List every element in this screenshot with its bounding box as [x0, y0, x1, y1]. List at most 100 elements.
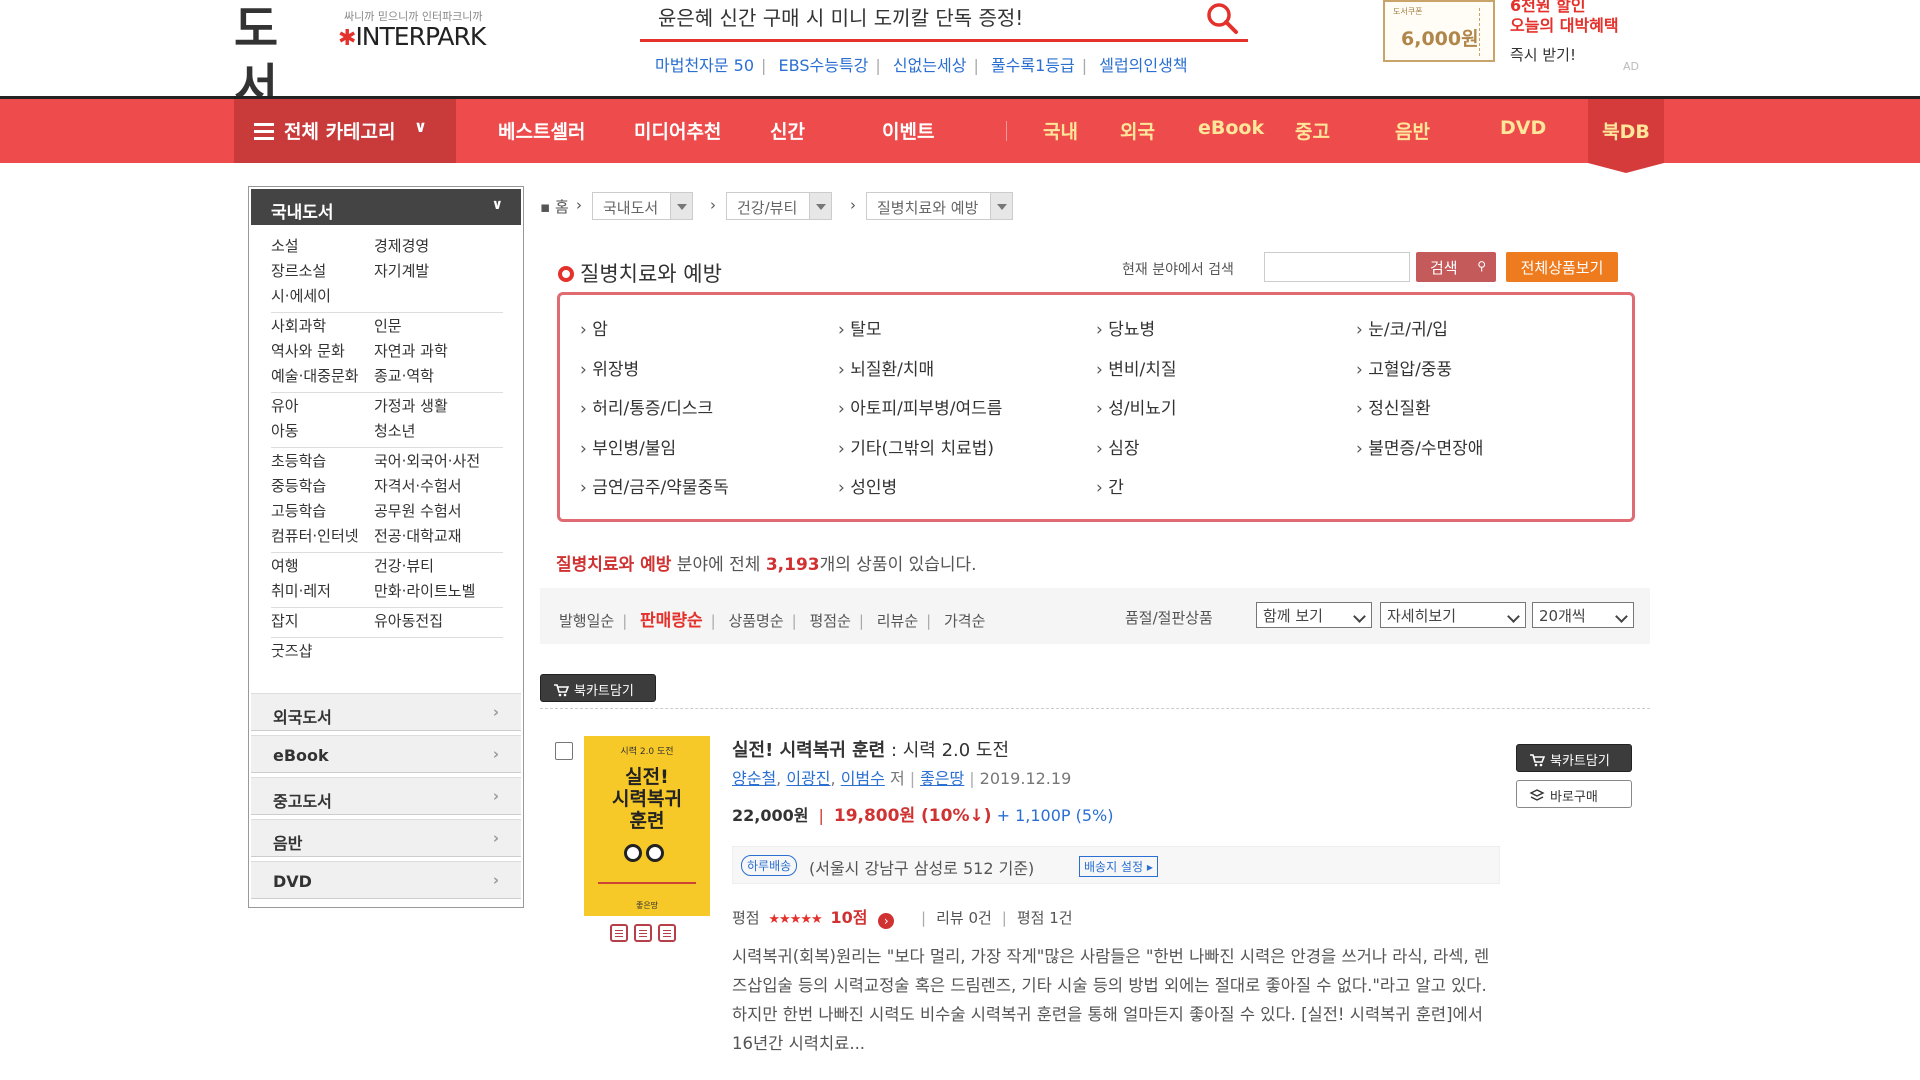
sidebar-item[interactable]: 종교·역학: [374, 367, 503, 386]
sidebar-item[interactable]: 건강·뷰티: [374, 557, 503, 576]
sidebar-item[interactable]: 컴퓨터·인터넷: [271, 527, 374, 546]
sidebar-item[interactable]: 장르소설: [271, 262, 374, 281]
nav-event[interactable]: 이벤트: [882, 117, 934, 144]
subcategory-link[interactable]: 정신질환: [1356, 394, 1616, 434]
subcategory-link[interactable]: 암: [580, 315, 838, 355]
nav-bestseller[interactable]: 베스트셀러: [498, 117, 585, 144]
product-add-to-cart-button[interactable]: 북카트담기: [1516, 744, 1632, 772]
sidebar-item[interactable]: 초등학습: [271, 452, 374, 471]
set-delivery-address-button[interactable]: 배송지 설정 ▸: [1079, 856, 1158, 877]
quicklink[interactable]: 셀럽의인생책: [1099, 56, 1187, 75]
sidebar-section-ebook[interactable]: eBook ›: [251, 735, 521, 773]
sidebar-item[interactable]: 자기계발: [374, 262, 503, 281]
sidebar-item[interactable]: 공무원 수험서: [374, 502, 503, 521]
sidebar-item[interactable]: 사회과학: [271, 317, 374, 336]
sort-by-sales[interactable]: 판매량순: [640, 611, 703, 631]
sidebar-item[interactable]: 굿즈샵: [271, 642, 374, 661]
sidebar-item[interactable]: 중등학습: [271, 477, 374, 496]
subcategory-link[interactable]: 탈모: [838, 315, 1096, 355]
sidebar-item[interactable]: 국어·외국어·사전: [374, 452, 503, 471]
breadcrumb-select-level3[interactable]: 질병치료와 예방: [866, 192, 1014, 220]
sidebar-item[interactable]: 전공·대학교재: [374, 527, 503, 546]
subcategory-link[interactable]: 부인병/불임: [580, 434, 838, 474]
sort-by-rating[interactable]: 평점순: [810, 612, 851, 630]
sidebar-item[interactable]: 예술·대중문화: [271, 367, 374, 386]
subcategory-link[interactable]: 눈/코/귀/입: [1356, 315, 1616, 355]
sidebar-item[interactable]: 청소년: [374, 422, 503, 441]
nav-foreign[interactable]: 외국: [1120, 117, 1155, 144]
sidebar-item[interactable]: 자격서·수험서: [374, 477, 503, 496]
nav-music[interactable]: 음반: [1395, 117, 1430, 144]
sidebar-item[interactable]: 잡지: [271, 612, 374, 631]
nav-media-pick[interactable]: 미디어추천: [634, 117, 721, 144]
ad-coupon-image[interactable]: 도서쿠폰 6,000원: [1383, 0, 1495, 62]
sidebar-section-used[interactable]: 중고도서 ›: [251, 777, 521, 815]
subcategory-link[interactable]: 고혈압/중풍: [1356, 355, 1616, 395]
quicklink[interactable]: 풀수록1등급: [991, 56, 1075, 75]
product-title[interactable]: 실전! 시력복귀 훈련 : 시력 2.0 도전: [732, 736, 1009, 762]
sidebar-item[interactable]: 여행: [271, 557, 374, 576]
author-link[interactable]: 이범수: [841, 769, 885, 788]
book-open-icon[interactable]: [634, 924, 652, 942]
sidebar-item[interactable]: 소설: [271, 237, 374, 256]
subcategory-link[interactable]: 성인병: [838, 473, 1096, 513]
subcategory-link[interactable]: 불면증/수면장애: [1356, 434, 1616, 474]
sidebar-item[interactable]: 가정과 생활: [374, 397, 503, 416]
main-search-box[interactable]: 윤은혜 신간 구매 시 미니 도끼칼 단독 증정!: [640, 0, 1248, 42]
buy-now-button[interactable]: 바로구매: [1516, 780, 1632, 808]
sidebar-item[interactable]: 고등학습: [271, 502, 374, 521]
copy-icon[interactable]: [658, 924, 676, 942]
subcategory-link[interactable]: 변비/치질: [1096, 355, 1356, 395]
sidebar-item[interactable]: 유아: [271, 397, 374, 416]
subcategory-link[interactable]: 당뇨병: [1096, 315, 1356, 355]
sort-by-reviews[interactable]: 리뷰순: [877, 612, 918, 630]
search-input[interactable]: 윤은혜 신간 구매 시 미니 도끼칼 단독 증정!: [658, 2, 1023, 31]
add-selected-to-cart-button[interactable]: 북카트담기: [540, 674, 656, 702]
ad-claim-link[interactable]: 즉시 받기!: [1510, 44, 1576, 65]
subcategory-link[interactable]: 기타(그밖의 치료법): [838, 434, 1096, 474]
detail-mode-select[interactable]: 자세히보기: [1380, 602, 1526, 628]
breadcrumb-select-level2[interactable]: 건강/뷰티: [726, 192, 833, 220]
subcategory-link[interactable]: 뇌질환/치매: [838, 355, 1096, 395]
subcategory-link[interactable]: 위장병: [580, 355, 838, 395]
sidebar-section-dvd[interactable]: DVD ›: [251, 861, 521, 899]
sidebar-item[interactable]: 아동: [271, 422, 374, 441]
subcategory-link[interactable]: 금연/금주/약물중독: [580, 473, 838, 513]
quicklink[interactable]: 마법천자문 50: [655, 56, 754, 75]
review-count[interactable]: 리뷰 0건: [936, 909, 992, 927]
breadcrumb-home[interactable]: ▪ 홈: [540, 196, 569, 217]
subcategory-link[interactable]: 심장: [1096, 434, 1356, 474]
book-cover-image[interactable]: 시력 2.0 도전 실전! 시력복귀 훈련 좋은땅: [584, 736, 710, 916]
status-filter-label[interactable]: 품절/절판상품: [1125, 607, 1213, 628]
nav-new[interactable]: 신간: [770, 117, 805, 144]
search-icon[interactable]: [1204, 0, 1240, 36]
subcategory-link[interactable]: 허리/통증/디스크: [580, 394, 838, 434]
nav-used[interactable]: 중고: [1295, 117, 1330, 144]
subcategory-link[interactable]: 성/비뇨기: [1096, 394, 1356, 434]
breadcrumb-select-level1[interactable]: 국내도서: [592, 192, 694, 220]
publisher-link[interactable]: 좋은땅: [920, 769, 964, 788]
subcategory-link[interactable]: 간: [1096, 473, 1356, 513]
sort-by-name[interactable]: 상품명순: [728, 612, 783, 630]
sidebar-item[interactable]: 인문: [374, 317, 503, 336]
sidebar-item[interactable]: 역사와 문화: [271, 342, 374, 361]
sidebar-item[interactable]: 유아동전집: [374, 612, 503, 631]
nav-ebook[interactable]: eBook: [1198, 117, 1264, 139]
all-category-button[interactable]: 전체 카테고리 ∨: [234, 99, 456, 163]
sidebar-item[interactable]: 자연과 과학: [374, 342, 503, 361]
sidebar-item[interactable]: 취미·레저: [271, 582, 374, 601]
sidebar-section-foreign[interactable]: 외국도서 ›: [251, 693, 521, 731]
rating-count[interactable]: 평점 1건: [1017, 909, 1073, 927]
author-link[interactable]: 양순철: [732, 769, 776, 788]
per-page-select[interactable]: 20개씩: [1532, 602, 1634, 628]
sidebar-item[interactable]: 시·에세이: [271, 287, 374, 306]
view-all-products-button[interactable]: 전체상품보기: [1506, 252, 1618, 282]
quicklink[interactable]: EBS수능특강: [779, 56, 869, 75]
sidebar-section-music[interactable]: 음반 ›: [251, 819, 521, 857]
sidebar-item[interactable]: 만화·라이트노벨: [374, 582, 503, 601]
category-search-input[interactable]: [1264, 252, 1410, 282]
view-mode-select[interactable]: 함께 보기: [1256, 602, 1372, 628]
sidebar-header[interactable]: 국내도서 ∨: [251, 189, 521, 225]
nav-domestic[interactable]: 국내: [1043, 117, 1078, 144]
product-select-checkbox[interactable]: [555, 742, 573, 760]
